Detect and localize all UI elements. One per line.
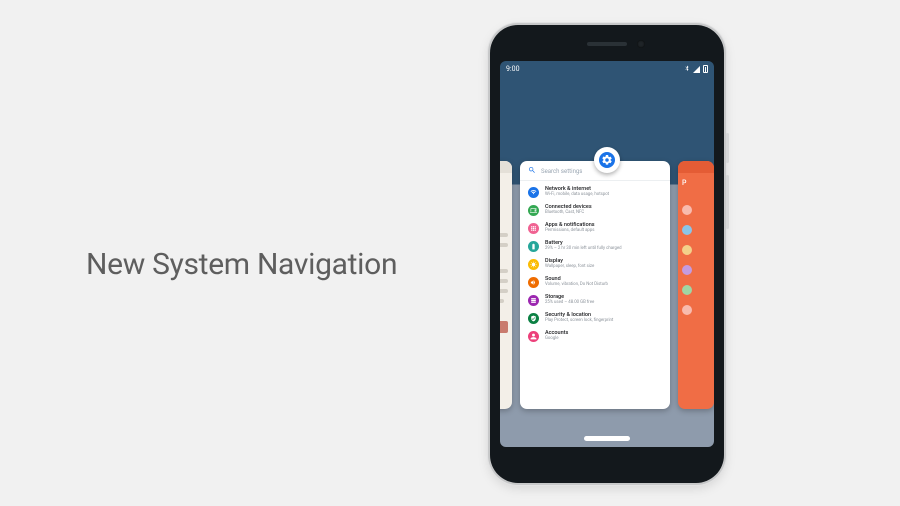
right-card-label: P [682,179,686,187]
cellular-icon [693,66,700,73]
status-bar: 9:00 [500,61,714,77]
settings-row-sound[interactable]: SoundVolume, vibration, Do Not Disturb [520,273,670,291]
settings-row-subtitle: Wallpaper, sleep, font size [545,265,594,270]
settings-search-placeholder: Search settings [541,168,582,175]
settings-row-subtitle: Bluetooth, Cast, NFC [545,211,592,216]
search-icon [528,166,536,176]
bluetooth-icon [684,64,690,74]
settings-row-subtitle: Google [545,337,568,342]
settings-row-storage[interactable]: Storage25% used – 48.00 GB free [520,291,670,309]
settings-row-subtitle: Wi-Fi, mobile, data usage, hotspot [545,193,609,198]
gear-icon [599,152,615,168]
settings-row-battery[interactable]: Battery29% – 2 hr 30 min left until full… [520,237,670,255]
battery-icon [528,241,539,252]
settings-row-wifi[interactable]: Network & internetWi-Fi, mobile, data us… [520,183,670,201]
apps-icon [528,223,539,234]
recents-card-right[interactable]: P [678,161,714,409]
storage-icon [528,295,539,306]
settings-row-subtitle: 25% used – 48.00 GB free [545,301,594,306]
settings-row-apps[interactable]: Apps & notificationsPermissions, default… [520,219,670,237]
settings-row-subtitle: Permissions, default apps [545,229,595,234]
settings-row-display[interactable]: DisplayWallpaper, sleep, font size [520,255,670,273]
recents-app-icon[interactable] [594,147,620,173]
volume-rocker[interactable] [726,175,729,229]
display-icon [528,259,539,270]
battery-icon [703,65,708,73]
home-indicator[interactable] [584,436,630,441]
phone-device: 9:00 [490,25,724,483]
settings-row-security[interactable]: Security & locationPlay Protect, screen … [520,309,670,327]
recents-card-settings[interactable]: Search settings Network & internetWi-Fi,… [520,161,670,409]
recents-card-left[interactable] [500,161,512,409]
devices-icon [528,205,539,216]
front-camera [637,40,645,48]
status-time: 9:00 [506,65,520,73]
phone-screen: 9:00 [500,61,714,447]
sound-icon [528,277,539,288]
accounts-icon [528,331,539,342]
settings-row-devices[interactable]: Connected devicesBluetooth, Cast, NFC [520,201,670,219]
settings-row-subtitle: 29% – 2 hr 30 min left until fully charg… [545,247,622,252]
settings-row-subtitle: Play Protect, screen lock, fingerprint [545,319,613,324]
slide-title: New System Navigation [86,247,397,282]
security-icon [528,313,539,324]
settings-list: Network & internetWi-Fi, mobile, data us… [520,181,670,347]
recents-carousel[interactable]: Search settings Network & internetWi-Fi,… [500,161,714,411]
earpiece [587,42,627,46]
power-button[interactable] [726,133,729,163]
wifi-icon [528,187,539,198]
settings-row-accounts[interactable]: AccountsGoogle [520,327,670,345]
settings-row-subtitle: Volume, vibration, Do Not Disturb [545,283,608,288]
